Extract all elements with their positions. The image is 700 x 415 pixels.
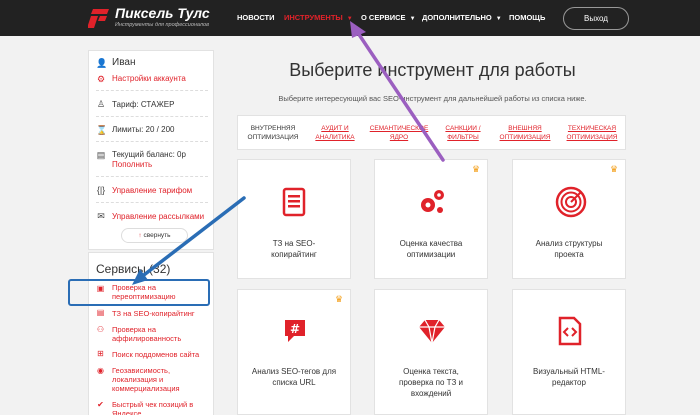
- hashtag-icon: #: [285, 320, 305, 342]
- nav-tools-label: ИНСТРУМЕНТЫ: [284, 13, 343, 22]
- tool-label: ТЗ на SEO-копирайтинг: [271, 239, 317, 259]
- account-settings-link[interactable]: Настройки аккаунта: [112, 74, 186, 83]
- nav-about[interactable]: О СЕРВИСЕ ▼: [361, 0, 416, 36]
- tool-label: Оценка качества оптимизации: [399, 239, 463, 259]
- tool-label: Визуальный HTML-редактор: [533, 367, 605, 387]
- code-file-icon: [558, 316, 582, 346]
- diamond-icon: [419, 319, 445, 344]
- logo-subtitle: Инструменты для профессионалов: [115, 22, 209, 28]
- divider: [96, 176, 208, 177]
- tab-internal-optimization[interactable]: ВНУТРЕННЯЯ ОПТИМИЗАЦИЯ: [242, 124, 304, 142]
- manage-mailings-link[interactable]: Управление рассылками: [112, 212, 204, 221]
- tool-card-seo-tags[interactable]: ♛ # Анализ SEO-тегов для списка URL: [237, 289, 351, 415]
- service-item-tz-copywriting[interactable]: ТЗ на SEO-копирайтинг: [112, 309, 212, 318]
- nav-more[interactable]: ДОПОЛНИТЕЛЬНО ▼: [422, 0, 502, 36]
- tool-card-text-evaluation[interactable]: Оценка текста, проверка по ТЗ и вхождени…: [374, 289, 488, 415]
- tab-external-optimization[interactable]: ВНЕШНЯЯ ОПТИМИЗАЦИЯ: [494, 124, 556, 142]
- caret-down-icon: ▼: [346, 16, 353, 22]
- collapse-button[interactable]: ↑ свернуть: [121, 228, 188, 243]
- tool-label: Анализ структуры проекта: [535, 239, 603, 259]
- tariff-text: Тариф: СТАЖЕР: [112, 100, 175, 109]
- nav-help-label: ПОМОЩЬ: [509, 13, 546, 22]
- nav-news[interactable]: НОВОСТИ: [237, 0, 275, 36]
- tab-technical-optimization[interactable]: ТЕХНИЧЕСКАЯ ОПТИМИЗАЦИЯ: [560, 124, 624, 142]
- tool-card-structure-analysis[interactable]: ♛ Анализ структуры проекта: [512, 159, 626, 279]
- service-item-quick-check[interactable]: Быстрый чек позиций в Яндексе: [112, 400, 208, 415]
- mail-icon: ✉: [97, 211, 105, 221]
- page-subtitle: Выберите интересующий вас SEO-инструмент…: [278, 94, 587, 103]
- services-title: Сервисы (32): [96, 262, 171, 276]
- logo-title: Пиксель Тулс: [115, 5, 210, 21]
- caret-down-icon: ▼: [409, 16, 416, 22]
- crown-icon: ♛: [335, 294, 344, 304]
- exit-button[interactable]: Выход: [563, 7, 629, 30]
- crown-icon: ♛: [610, 164, 619, 174]
- divider: [96, 202, 208, 203]
- user-icon: 👤: [96, 58, 108, 68]
- tab-semantic-core[interactable]: СЕМАНТИЧЕСКОЕ ЯДРО: [366, 124, 432, 142]
- page-title: Выберите инструмент для работы: [289, 60, 576, 80]
- tariff-icon: ♙: [96, 99, 106, 109]
- spiral-icon: [555, 186, 587, 218]
- svg-text:#: #: [290, 322, 300, 336]
- document-icon: [282, 187, 306, 217]
- category-tabs: ВНУТРЕННЯЯ ОПТИМИЗАЦИЯ АУДИТ И АНАЛИТИКА…: [237, 115, 626, 150]
- tab-audit[interactable]: АУДИТ И АНАЛИТИКА: [310, 124, 360, 142]
- tool-card-html-editor[interactable]: Визуальный HTML-редактор: [512, 289, 626, 415]
- divider: [96, 116, 208, 117]
- document-icon: ▤: [96, 308, 105, 317]
- crown-icon: ♛: [472, 164, 481, 174]
- logo-mark-icon: [88, 9, 109, 28]
- collapse-label: свернуть: [143, 232, 171, 239]
- service-item-subdomains[interactable]: Поиск поддоменов сайта: [112, 350, 212, 359]
- topup-link[interactable]: Пополнить: [112, 160, 152, 169]
- nav-more-label: ДОПОЛНИТЕЛЬНО: [422, 13, 492, 22]
- user-name: Иван: [112, 57, 136, 68]
- tool-label: Оценка текста, проверка по ТЗ и вхождени…: [399, 367, 463, 398]
- nav-tools[interactable]: ИНСТРУМЕНТЫ ▼: [284, 0, 353, 36]
- sitemap-icon: ⊞: [97, 349, 104, 358]
- nav-about-label: О СЕРВИСЕ: [361, 13, 406, 22]
- users-icon: ⚇: [96, 325, 105, 334]
- pin-icon: ◉: [97, 366, 104, 375]
- caret-down-icon: ▼: [495, 16, 502, 22]
- nav-news-label: НОВОСТИ: [237, 13, 275, 22]
- highlight-box: [68, 279, 210, 306]
- tool-card-tz-copywriting[interactable]: ТЗ на SEO-копирайтинг: [237, 159, 351, 279]
- manage-tariff-link[interactable]: Управление тарифом: [112, 186, 192, 195]
- top-navbar: Пиксель Тулс Инструменты для профессиона…: [0, 0, 700, 36]
- check-icon: ✔: [97, 400, 104, 409]
- gears-icon: [421, 190, 444, 213]
- gear-icon: ⚙: [96, 74, 106, 84]
- logo[interactable]: Пиксель Тулс Инструменты для профессиона…: [88, 5, 223, 31]
- nav-help[interactable]: ПОМОЩЬ: [509, 0, 545, 36]
- divider: [96, 141, 208, 142]
- arrow-up-icon: ↑: [138, 232, 142, 239]
- limits-text: Лимиты: 20 / 200: [112, 125, 175, 134]
- tool-card-optimization-quality[interactable]: ♛ Оценка качества оптимизации: [374, 159, 488, 279]
- tariff-control-icon: {|}: [96, 185, 106, 195]
- hourglass-icon: ⌛: [96, 125, 108, 135]
- balance-text: Текущий баланс: 0р: [112, 150, 186, 159]
- tab-sanctions[interactable]: САНКЦИИ / ФИЛЬТРЫ: [438, 124, 488, 142]
- divider: [96, 90, 208, 91]
- service-item-geo[interactable]: Геозависимость, локализация и коммерциал…: [112, 366, 208, 393]
- wallet-icon: ▤: [96, 150, 106, 160]
- tool-label: Анализ SEO-тегов для списка URL: [251, 367, 337, 387]
- service-item-affiliation[interactable]: Проверка на аффилированность: [112, 325, 204, 343]
